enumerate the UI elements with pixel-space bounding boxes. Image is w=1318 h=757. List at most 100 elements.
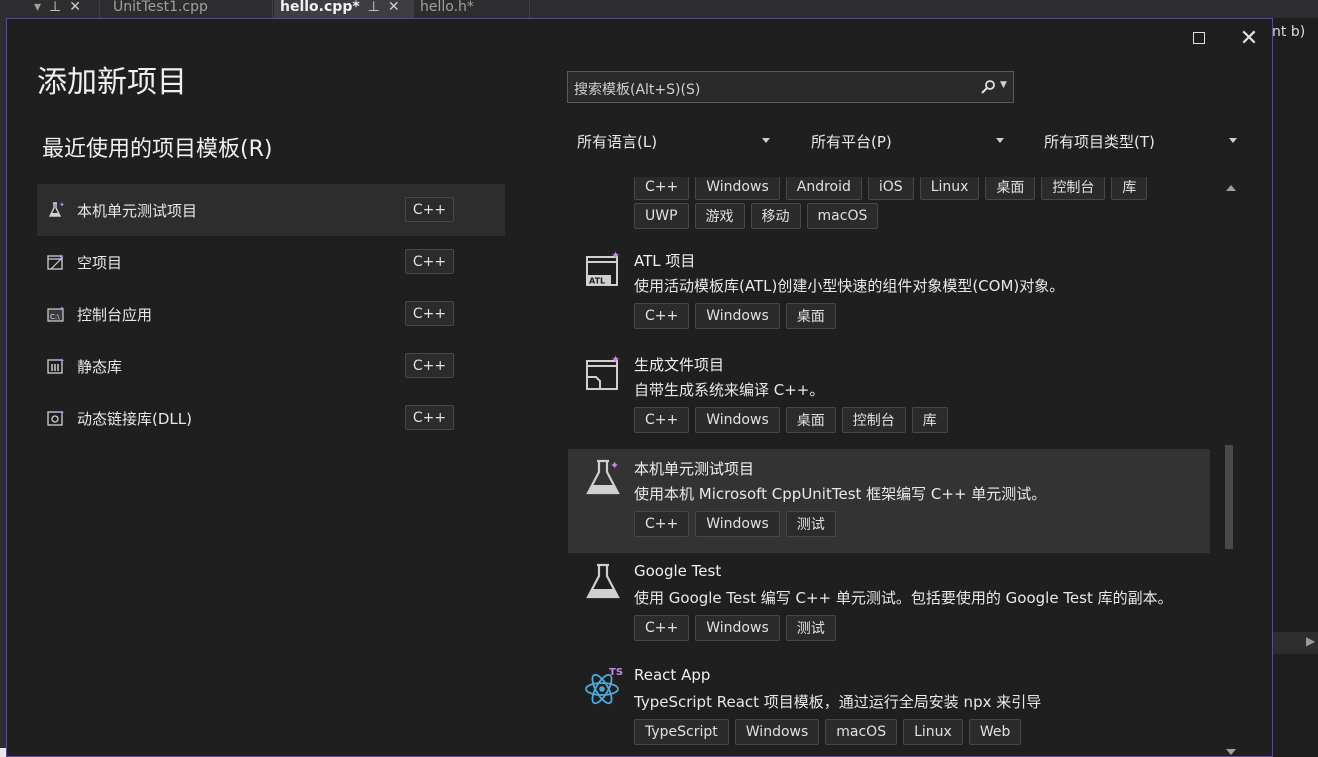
tag: Web bbox=[968, 719, 1022, 745]
search-options-dropdown-icon[interactable]: ▼ bbox=[1000, 80, 1007, 90]
recent-item-label: 控制台应用 bbox=[77, 305, 153, 324]
language-filter-dropdown[interactable]: 所有语言(L) bbox=[577, 131, 777, 155]
tag: 库 bbox=[1111, 177, 1148, 200]
recent-item-console-app[interactable]: C:\ ✦ 控制台应用 C++ bbox=[37, 288, 505, 340]
language-filter-label: 所有语言(L) bbox=[577, 133, 658, 151]
recent-item-static-lib[interactable]: ✦ 静态库 C++ bbox=[37, 340, 505, 392]
tag: 库 bbox=[911, 407, 948, 433]
template-name: React App bbox=[634, 666, 711, 684]
template-name: ATL 项目 bbox=[634, 252, 696, 270]
template-tags: C++ Windows 桌面 bbox=[634, 303, 836, 329]
template-name: 生成文件项目 bbox=[634, 356, 725, 374]
ide-tab-hello-h[interactable]: hello.h* bbox=[414, 0, 530, 18]
tag: C++ bbox=[634, 177, 690, 200]
atl-icon: ATL ✦ bbox=[586, 249, 620, 286]
template-tags: TypeScript Windows macOS Linux Web bbox=[634, 719, 1022, 745]
tag: Windows bbox=[695, 407, 780, 433]
scroll-right-icon[interactable]: ▶ bbox=[1306, 634, 1315, 648]
chevron-down-icon bbox=[1229, 138, 1237, 143]
static-lib-icon: ✦ bbox=[47, 357, 65, 374]
template-name: Google Test bbox=[634, 562, 722, 580]
template-native-unit-test[interactable]: ✦ 本机单元测试项目 使用本机 Microsoft CppUnitTest 框架… bbox=[568, 449, 1210, 553]
ide-tab-controls: ▾ ⊥ ✕ bbox=[0, 0, 100, 18]
close-button[interactable]: ✕ bbox=[1235, 25, 1263, 51]
chevron-down-icon bbox=[762, 138, 770, 143]
pin-icon[interactable]: ⊥ bbox=[368, 0, 380, 15]
console-icon: C:\✦ bbox=[47, 305, 65, 322]
ide-tab-label: hello.h* bbox=[420, 0, 474, 15]
close-icon[interactable]: ✕ bbox=[388, 0, 400, 15]
dialog-title: 添加新项目 bbox=[37, 65, 187, 100]
tag: C++ bbox=[634, 407, 690, 433]
tag: Windows bbox=[695, 177, 780, 200]
template-tags: C++ Windows 测试 bbox=[634, 511, 836, 537]
template-description: TypeScript React 项目模板，通过运行全局安装 npx 来引导 bbox=[634, 693, 1042, 711]
search-templates-input[interactable]: 搜索模板(Alt+S)(S) ▼ bbox=[567, 71, 1014, 103]
recent-item-dll[interactable]: ✦ 动态链接库(DLL) C++ bbox=[37, 392, 505, 444]
template-atl-project[interactable]: ATL ✦ ATL 项目 使用活动模板库(ATL)创建小型快速的组件对象模型(CO… bbox=[568, 241, 1210, 345]
close-icon: ✕ bbox=[1239, 25, 1259, 51]
svg-text:TS: TS bbox=[609, 667, 623, 678]
pin-icon[interactable]: ⊥ bbox=[49, 0, 61, 15]
template-name: 本机单元测试项目 bbox=[634, 460, 755, 478]
tag: 移动 bbox=[750, 203, 801, 229]
search-icon[interactable] bbox=[980, 79, 996, 95]
recent-item-label: 动态链接库(DLL) bbox=[77, 409, 192, 428]
scrollbar-thumb[interactable] bbox=[1225, 445, 1233, 549]
language-badge: C++ bbox=[405, 249, 454, 274]
tag: 控制台 bbox=[1041, 177, 1106, 200]
dropdown-icon[interactable]: ▾ bbox=[34, 0, 41, 15]
template-description: 使用 Google Test 编写 C++ 单元测试。包括要使用的 Google… bbox=[634, 589, 1173, 607]
scroll-down-icon[interactable] bbox=[1226, 749, 1236, 755]
template-makefile-project[interactable]: ✦ 生成文件项目 自带生成系统来编译 C++。 C++ Windows 桌面 控… bbox=[568, 345, 1210, 449]
scroll-up-icon[interactable] bbox=[1226, 185, 1236, 191]
recent-item-empty-project[interactable]: ✦ 空项目 C++ bbox=[37, 236, 505, 288]
template-tags: C++ Windows 测试 bbox=[634, 615, 836, 641]
svg-text:✦: ✦ bbox=[58, 253, 64, 261]
tag: TypeScript bbox=[634, 719, 729, 745]
recent-item-label: 本机单元测试项目 bbox=[77, 201, 198, 220]
svg-text:✦: ✦ bbox=[610, 459, 619, 472]
project-type-filter-dropdown[interactable]: 所有项目类型(T) bbox=[1044, 131, 1244, 155]
dll-icon: ✦ bbox=[47, 409, 65, 426]
template-list[interactable]: C++ Windows Android iOS Linux 桌面 控制台 库 U… bbox=[568, 177, 1242, 757]
language-badge: C++ bbox=[405, 301, 454, 326]
tag: iOS bbox=[867, 177, 914, 200]
platform-filter-dropdown[interactable]: 所有平台(P) bbox=[811, 131, 1011, 155]
chevron-down-icon bbox=[996, 138, 1004, 143]
tag: 控制台 bbox=[841, 407, 906, 433]
tag: 桌面 bbox=[985, 177, 1036, 200]
flask-icon: ✦ bbox=[48, 201, 65, 217]
recent-item-label: 静态库 bbox=[77, 357, 123, 376]
template-google-test[interactable]: Google Test 使用 Google Test 编写 C++ 单元测试。包… bbox=[568, 553, 1210, 657]
platform-filter-label: 所有平台(P) bbox=[811, 133, 892, 151]
tag: C++ bbox=[634, 511, 690, 537]
tag: Linux bbox=[919, 177, 980, 200]
svg-text:✦: ✦ bbox=[59, 201, 65, 209]
template-tags: UWP 游戏 移动 macOS bbox=[634, 203, 879, 229]
empty-project-icon: ✦ bbox=[47, 253, 64, 270]
ide-tab-label: UnitTest1.cpp bbox=[113, 0, 208, 15]
recent-item-native-unit-test[interactable]: ✦ 本机单元测试项目 C++ bbox=[37, 184, 505, 236]
ide-tab-unittest[interactable]: UnitTest1.cpp bbox=[101, 0, 273, 18]
template-description: 使用本机 Microsoft CppUnitTest 框架编写 C++ 单元测试… bbox=[634, 485, 1047, 503]
tag: 桌面 bbox=[785, 303, 836, 329]
template-description: 使用活动模板库(ATL)创建小型快速的组件对象模型(COM)对象。 bbox=[634, 277, 1065, 295]
tag: C++ bbox=[634, 303, 690, 329]
tag: 测试 bbox=[785, 511, 836, 537]
flask-icon: ✦ bbox=[586, 459, 620, 495]
template-tags: C++ Windows Android iOS Linux 桌面 控制台 库 bbox=[634, 177, 1148, 200]
maximize-button[interactable] bbox=[1185, 27, 1213, 49]
close-icon[interactable]: ✕ bbox=[69, 0, 81, 15]
ide-tab-label: hello.cpp* bbox=[280, 0, 360, 15]
add-new-item-dialog: ✕ 添加新项目 最近使用的项目模板(R) ✦ 本机单元测试项目 C++ ✦ 空项… bbox=[6, 18, 1273, 757]
tag: C++ bbox=[634, 615, 690, 641]
tag: Windows bbox=[695, 615, 780, 641]
template-react-app[interactable]: TS React App TypeScript React 项目模板，通过运行全… bbox=[568, 657, 1210, 757]
template-description: 自带生成系统来编译 C++。 bbox=[634, 381, 825, 399]
ide-tab-hello-cpp[interactable]: hello.cpp* ⊥ ✕ bbox=[274, 0, 414, 18]
language-badge: C++ bbox=[405, 197, 454, 222]
template-list-scrollbar[interactable] bbox=[1221, 177, 1241, 757]
language-badge: C++ bbox=[405, 353, 454, 378]
tag: Linux bbox=[903, 719, 963, 745]
